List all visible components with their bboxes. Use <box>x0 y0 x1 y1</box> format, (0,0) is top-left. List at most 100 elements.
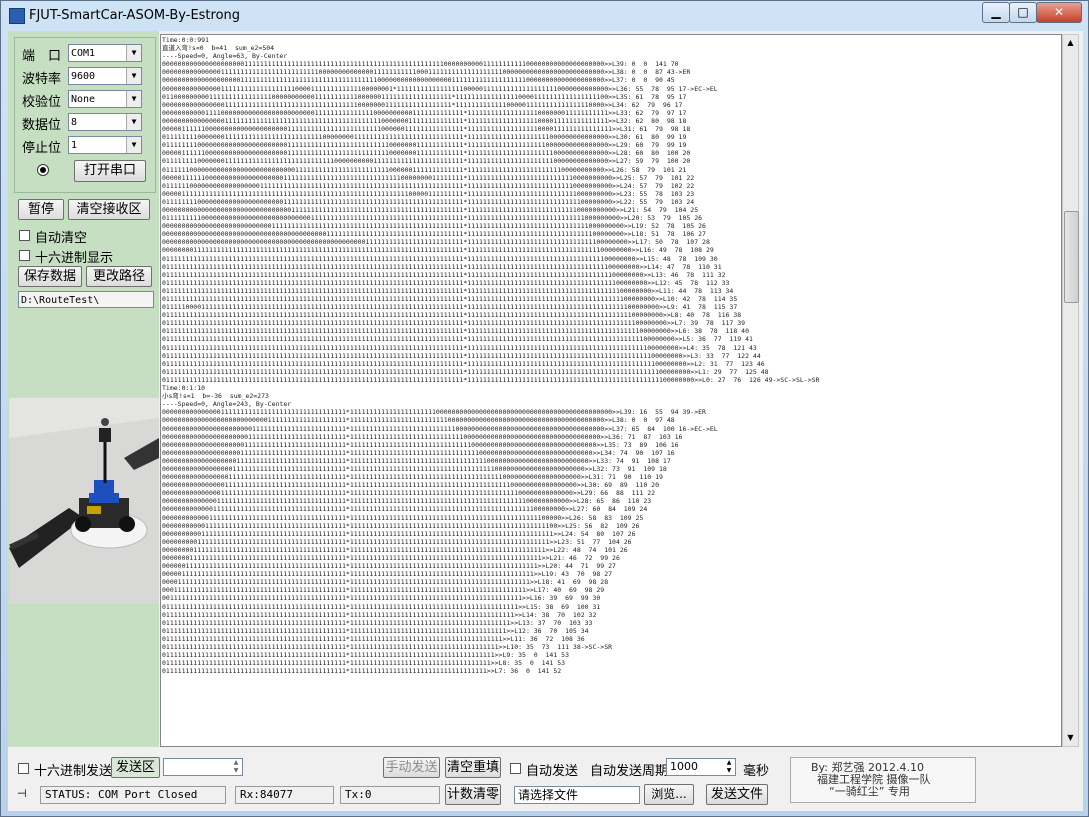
baud-select[interactable]: 9600 ▼ <box>68 67 142 85</box>
hex-display-label: 十六进制显示 <box>35 251 114 266</box>
auto-period-label: 自动发送周期 <box>590 764 669 779</box>
log-line: 0110000000001111111111111111000000000001… <box>162 92 687 101</box>
pin-icon: ⊣ <box>17 787 27 800</box>
auto-send-label: 自动发送 <box>526 764 579 779</box>
log-line: 0000000000000000011111111111111111111111… <box>162 473 663 482</box>
log-line: 0000000000000001111111111111111111111111… <box>162 489 656 498</box>
auto-send-checkbox[interactable] <box>510 763 521 774</box>
log-line: 直道入弯!s=0 b=41 sum_e2=504 <box>162 44 275 53</box>
log-line: 0000000000000000000000011111111111111111… <box>162 424 718 433</box>
send-area-button[interactable]: 发送区 <box>111 757 160 778</box>
log-line: 0111111111111111111111111111111111111111… <box>162 286 734 295</box>
log-line: 0000000000011110000000000000000000000001… <box>162 108 687 117</box>
stopbits-select[interactable]: 1 ▼ <box>68 136 142 154</box>
bottom-toolbar: 十六进制发送 发送区 ▲ ▼ 手动发送 清空重填 自动发送 自动发送周期 1000… <box>8 749 1083 811</box>
parity-value: None <box>71 94 96 105</box>
chevron-down-icon: ▼ <box>126 137 141 153</box>
log-line: 0000000011111111111111111111111111111111… <box>162 545 628 554</box>
log-line: 0000000000000111111111111111111111111111… <box>162 505 648 514</box>
receive-scrollbar[interactable]: ▲ ▼ <box>1062 34 1079 747</box>
log-line: 0000000000000000000000111111111111111111… <box>162 432 683 441</box>
manual-send-button[interactable]: 手动发送 <box>383 757 440 778</box>
log-line: 小s弯!s=1 b=-36 sum_e2=273 <box>162 392 269 401</box>
hex-send-checkbox[interactable] <box>18 763 29 774</box>
log-line: 0000000000000000111111111111111111111111… <box>162 100 683 109</box>
log-line: Time:0:1:10 <box>162 384 206 393</box>
camera-preview-image <box>9 398 159 604</box>
port-select[interactable]: COM1 ▼ <box>68 44 142 62</box>
baud-label: 波特率 <box>22 72 62 87</box>
log-line: 0000011111100000000000000000000111111111… <box>162 173 695 182</box>
close-button[interactable]: ✕ <box>1036 2 1082 23</box>
log-line: 0000000000000011111111111111111111111111… <box>162 497 652 506</box>
receive-text-area[interactable]: Time:0:0:991 直道入弯!s=0 b=41 sum_e2=504 ----… <box>160 34 1062 747</box>
log-line: 0111111110000000111111111111111111111111… <box>162 133 687 142</box>
log-line: 0000011111111111111111111111111111111111… <box>162 570 613 579</box>
databits-select[interactable]: 8 ▼ <box>68 113 142 131</box>
log-line: 0000000000000000000111111111111111111111… <box>162 456 671 465</box>
log-line: 0000011111100000000000000000000011111111… <box>162 125 691 134</box>
log-line: 0001111111111111111111111111111111111111… <box>162 586 605 595</box>
send-file-button[interactable]: 发送文件 <box>706 784 768 805</box>
log-line: 0111111110000000111111111111111111111111… <box>162 157 691 166</box>
scroll-thumb[interactable] <box>1064 211 1079 303</box>
log-line: 0000000000000000000011111111111111111111… <box>162 76 675 85</box>
browse-button[interactable]: 浏览... <box>644 784 694 805</box>
hex-display-checkbox[interactable] <box>19 250 30 261</box>
log-line: 0000011111111111111111111111111111111111… <box>162 189 695 198</box>
open-port-button[interactable]: 打开串口 <box>74 160 146 182</box>
log-line: 0111111111000000000000000000000000000011… <box>162 214 703 223</box>
count-clear-button[interactable]: 计数清零 <box>445 784 501 805</box>
chevron-down-icon: ▼ <box>126 91 141 107</box>
save-path-field: D:\RouteTest\ <box>18 291 154 308</box>
log-line: 0111111111111111111111111111111111111111… <box>162 278 730 287</box>
log-line: 0000000000000000000000000000000000000000… <box>162 230 706 239</box>
author-info-box: By: 郑艺强 2012.4.10 福建工程学院 摄像一队 “一骑红尘” 专用 <box>790 757 976 803</box>
receive-log: Time:0:0:991 直道入弯!s=0 b=41 sum_e2=504 ----… <box>162 36 1050 746</box>
minimize-button[interactable]: ▁ <box>982 2 1010 23</box>
scroll-down-icon[interactable]: ▼ <box>1063 730 1078 746</box>
log-line: 0000000000000001111111111111111111000011… <box>162 84 718 93</box>
app-icon <box>9 8 25 24</box>
auto-clear-checkbox[interactable] <box>19 230 30 241</box>
log-line: 0111111111111111111111111111111111111111… <box>162 634 585 643</box>
log-line: 0000111111111111111111111111111111111111… <box>162 578 609 587</box>
log-line: 0111111111111111111111111111111111111111… <box>162 254 718 263</box>
log-line: 0011111111111111111111111111111111111111… <box>162 594 601 603</box>
rx-count: Rx:84077 <box>235 786 334 804</box>
send-spin-icon[interactable]: ▲ ▼ <box>230 759 242 775</box>
log-line: 0111111111111111111111111111111111111111… <box>162 270 726 279</box>
log-line: 0000000000000000001111111111111111111111… <box>162 464 667 473</box>
parity-select[interactable]: None ▼ <box>68 90 142 108</box>
log-line: 0111111111111111111111111111111111111111… <box>162 343 757 352</box>
clear-retype-button[interactable]: 清空重填 <box>445 757 501 778</box>
log-line: 0000000111111111111111111111111111111111… <box>162 554 620 562</box>
pause-button[interactable]: 暂停 <box>18 199 64 220</box>
change-path-button[interactable]: 更改路径 <box>86 266 152 287</box>
log-line: 0111111000000000000000000000000000111111… <box>162 165 687 174</box>
log-line: 0111111111111111111111111111111111111111… <box>162 659 566 668</box>
log-line: Time:0:0:991 <box>162 36 209 44</box>
log-line: 0111111110000000000000000000000111111111… <box>162 197 695 206</box>
log-line: 0000011111100000000000000000000011111111… <box>162 149 691 158</box>
log-line: 0111111111111111111111111111111111111111… <box>162 311 742 320</box>
chevron-down-icon: ▼ <box>126 68 141 84</box>
log-line: 0111111111111111111111111111111111111111… <box>162 319 746 328</box>
client-area: 端 口 COM1 ▼ 波特率 9600 ▼ 校验位 None ▼ 数据位 8 ▼ 停止位… <box>8 31 1083 811</box>
port-label: 端 口 <box>22 49 62 64</box>
log-line: 0000000000001111111111111111111111111111… <box>162 513 644 522</box>
log-line: 0111111111111111111111111111111111111111… <box>162 643 613 652</box>
clear-receive-button[interactable]: 清空接收区 <box>68 199 150 220</box>
log-line: ----Speed=0, Angle=63, By-Center <box>162 52 288 61</box>
log-line: 0111111111111111111111111111111111111111… <box>162 351 761 360</box>
maximize-button[interactable]: □ <box>1009 2 1037 23</box>
file-path-field[interactable]: 请选择文件 <box>514 786 640 804</box>
hex-send-label: 十六进制发送 <box>34 764 113 779</box>
save-data-button[interactable]: 保存数据 <box>18 266 82 287</box>
log-line: 0111111111111111111111111111111111111111… <box>162 602 601 611</box>
app-window: FJUT-SmartCar-ASOM-By-Estrong ▁ □ ✕ 端 口 … <box>0 0 1089 817</box>
ms-label: 毫秒 <box>743 764 770 779</box>
period-spin-icon[interactable]: ▲ ▼ <box>723 759 735 775</box>
scroll-up-icon[interactable]: ▲ <box>1063 35 1078 51</box>
log-line: 0111110000111111111111111111111111111111… <box>162 303 738 312</box>
